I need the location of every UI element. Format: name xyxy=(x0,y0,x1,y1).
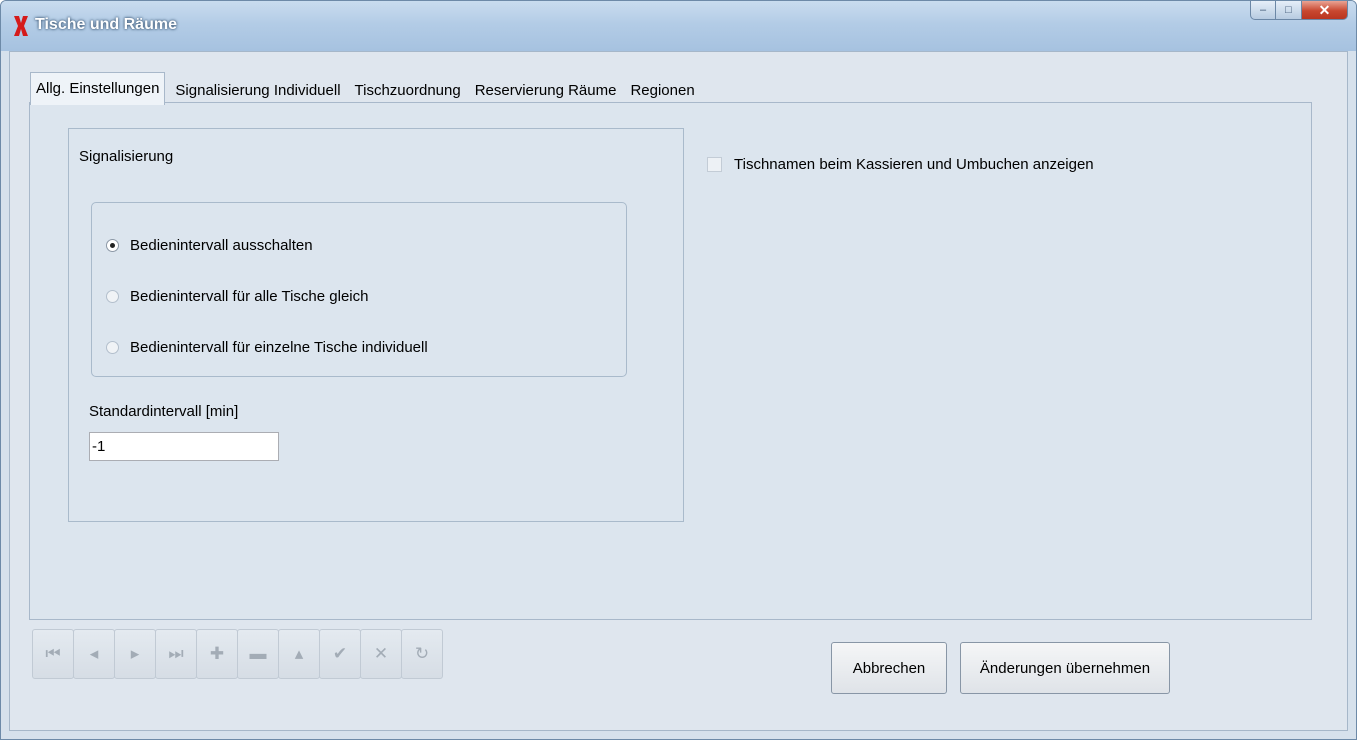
refresh-record-button[interactable]: ↻ xyxy=(401,629,443,679)
close-icon: ✕ xyxy=(1318,1,1331,18)
caret-up-icon: ▴ xyxy=(294,644,304,663)
app-icon xyxy=(14,16,28,36)
delete-record-button[interactable]: ▬ xyxy=(237,629,279,679)
tab-allg-einstellungen[interactable]: Allg. Einstellungen xyxy=(30,72,166,105)
tab-regionen[interactable]: Regionen xyxy=(626,77,698,104)
edit-record-button[interactable]: ▴ xyxy=(278,629,320,679)
radio-label: Bedienintervall ausschalten xyxy=(130,237,313,254)
first-icon: ⏮ xyxy=(45,644,61,663)
next-icon: ▸ xyxy=(130,644,140,663)
minimize-button[interactable]: – xyxy=(1250,1,1276,20)
cancel-record-button[interactable]: ✕ xyxy=(360,629,402,679)
prior-record-button[interactable]: ◂ xyxy=(73,629,115,679)
minus-icon: ▬ xyxy=(249,644,267,663)
record-navigator: ⏮ ◂ ▸ ⏭ ✚ ▬ ▴ ✔ ✕ ↻ xyxy=(32,629,443,679)
cancel-button[interactable]: Abbrechen xyxy=(831,642,947,694)
radio-selected-dot xyxy=(110,243,115,248)
refresh-icon: ↻ xyxy=(414,644,430,663)
standardintervall-label: Standardintervall [min] xyxy=(89,403,239,420)
tab-tischzuordnung[interactable]: Tischzuordnung xyxy=(351,77,465,104)
radio-bedienintervall-aus[interactable]: Bedienintervall ausschalten xyxy=(106,237,313,254)
tischnamen-checkbox-label: Tischnamen beim Kassieren und Umbuchen a… xyxy=(734,156,1094,173)
tab-reservierung-raeume[interactable]: Reservierung Räume xyxy=(471,77,621,104)
client-area: Allg. Einstellungen Signalisierung Indiv… xyxy=(9,51,1348,731)
standardintervall-input[interactable] xyxy=(89,432,279,461)
apply-changes-button[interactable]: Änderungen übernehmen xyxy=(960,642,1170,694)
radio-bedienintervall-individuell[interactable]: Bedienintervall für einzelne Tische indi… xyxy=(106,339,428,356)
window-title: Tische und Räume xyxy=(35,16,177,33)
radio-bedienintervall-gleich[interactable]: Bedienintervall für alle Tische gleich xyxy=(106,288,368,305)
close-button[interactable]: ✕ xyxy=(1302,1,1348,20)
last-icon: ⏭ xyxy=(168,644,184,663)
radio-button[interactable] xyxy=(106,290,119,303)
plus-icon: ✚ xyxy=(209,644,225,663)
tab-signalisierung-individuell[interactable]: Signalisierung Individuell xyxy=(171,77,344,104)
signalisierung-group-label: Signalisierung xyxy=(79,148,174,165)
maximize-icon: □ xyxy=(1285,4,1292,16)
prior-icon: ◂ xyxy=(89,644,99,663)
radio-button[interactable] xyxy=(106,341,119,354)
radio-button[interactable] xyxy=(106,239,119,252)
radio-label: Bedienintervall für alle Tische gleich xyxy=(130,288,369,305)
maximize-button[interactable]: □ xyxy=(1276,1,1302,20)
check-icon: ✔ xyxy=(332,644,348,663)
title-bar[interactable]: Tische und Räume – □ ✕ xyxy=(1,1,1356,51)
window-controls: – □ ✕ xyxy=(1250,1,1348,20)
tischnamen-checkbox-row[interactable]: Tischnamen beim Kassieren und Umbuchen a… xyxy=(707,156,1094,173)
tab-strip: Allg. Einstellungen Signalisierung Indiv… xyxy=(30,72,705,105)
radio-label: Bedienintervall für einzelne Tische indi… xyxy=(130,339,428,356)
dialog-window: Tische und Räume – □ ✕ Allg. Einstellung… xyxy=(0,0,1357,740)
first-record-button[interactable]: ⏮ xyxy=(32,629,74,679)
tab-page-general: Signalisierung Bedienintervall ausschalt… xyxy=(29,102,1312,620)
signalisierung-group: Signalisierung Bedienintervall ausschalt… xyxy=(68,128,684,522)
last-record-button[interactable]: ⏭ xyxy=(155,629,197,679)
x-icon: ✕ xyxy=(373,644,389,663)
tischnamen-checkbox[interactable] xyxy=(707,157,722,172)
insert-record-button[interactable]: ✚ xyxy=(196,629,238,679)
next-record-button[interactable]: ▸ xyxy=(114,629,156,679)
interval-mode-radio-group: Bedienintervall ausschalten Bedieninterv… xyxy=(91,202,627,377)
minimize-icon: – xyxy=(1259,4,1267,16)
post-record-button[interactable]: ✔ xyxy=(319,629,361,679)
